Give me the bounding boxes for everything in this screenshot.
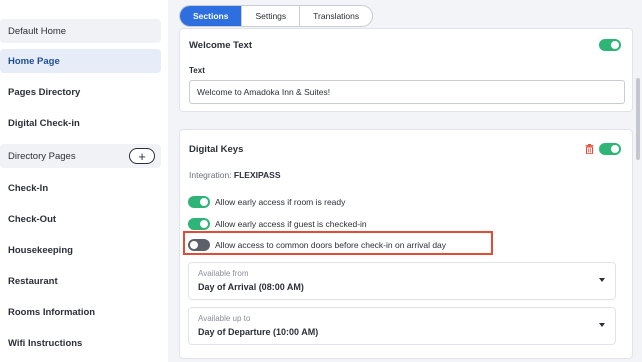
integration-info: Integration: FLEXIPASS: [189, 170, 281, 180]
select-label: Available up to: [198, 314, 251, 323]
option-common-doors: Allow access to common doors before chec…: [188, 238, 446, 252]
trash-icon[interactable]: [585, 144, 594, 154]
sidebar-item-directory-pages[interactable]: Directory Pages +: [0, 144, 161, 168]
sidebar-item-housekeeping[interactable]: Housekeeping: [0, 238, 161, 262]
sidebar-item-label: Check-Out: [8, 213, 57, 225]
early-access-checked-in-toggle[interactable]: [188, 218, 210, 230]
integration-value: FLEXIPASS: [233, 170, 281, 180]
sidebar-item-default-home[interactable]: Default Home: [0, 19, 161, 43]
sidebar-item-check-in[interactable]: Check-In: [0, 176, 161, 200]
tab-settings[interactable]: Settings: [242, 6, 301, 26]
sidebar-item-label: Rooms Information: [8, 306, 96, 318]
sidebar-item-label: Digital Check-in: [8, 117, 80, 129]
integration-label: Integration:: [189, 170, 232, 180]
option-label: Allow early access if room is ready: [215, 197, 346, 207]
main-panel: Sections Settings Translations Welcome T…: [168, 0, 642, 362]
sidebar-item-label: Check-In: [8, 182, 49, 194]
sidebar: Default Home Home Page Pages Directory D…: [0, 0, 168, 362]
tab-bar: Sections Settings Translations: [179, 5, 374, 27]
plus-icon: +: [138, 148, 146, 164]
sidebar-item-pages-directory[interactable]: Pages Directory: [0, 80, 161, 104]
select-value: Day of Departure (10:00 AM): [198, 327, 319, 337]
option-early-access-room-ready: Allow early access if room is ready: [188, 195, 345, 209]
digital-keys-toggle[interactable]: [599, 143, 621, 155]
welcome-text-toggle[interactable]: [599, 39, 621, 51]
sidebar-item-rooms-information[interactable]: Rooms Information: [0, 300, 161, 324]
available-to-select[interactable]: Available up to Day of Departure (10:00 …: [188, 307, 616, 345]
welcome-text-card: Welcome Text Text Welcome to Amadoka Inn…: [179, 28, 633, 112]
select-value: Day of Arrival (08:00 AM): [198, 282, 304, 292]
sidebar-item-label: Directory Pages: [8, 150, 76, 162]
sidebar-item-check-out[interactable]: Check-Out: [0, 207, 161, 231]
add-directory-page-button[interactable]: +: [129, 148, 155, 164]
card-title: Digital Keys: [189, 144, 244, 155]
sidebar-item-wifi-instructions[interactable]: Wifi Instructions: [0, 331, 161, 355]
text-field-label: Text: [189, 66, 205, 75]
sidebar-item-restaurant[interactable]: Restaurant: [0, 269, 161, 293]
sidebar-item-label: Pages Directory: [8, 86, 81, 98]
common-doors-toggle[interactable]: [188, 239, 210, 251]
select-label: Available from: [198, 269, 249, 278]
sidebar-item-digital-check-in[interactable]: Digital Check-in: [0, 111, 161, 135]
early-access-room-ready-toggle[interactable]: [188, 196, 210, 208]
sidebar-item-label: Wifi Instructions: [8, 337, 83, 349]
chevron-down-icon: [599, 278, 605, 282]
sidebar-item-label: Housekeeping: [8, 244, 73, 256]
option-early-access-checked-in: Allow early access if guest is checked-i…: [188, 217, 367, 231]
sidebar-item-label: Home Page: [8, 55, 60, 67]
sidebar-item-home-page[interactable]: Home Page: [0, 49, 161, 73]
tab-translations[interactable]: Translations: [300, 6, 372, 26]
chevron-down-icon: [599, 323, 605, 327]
welcome-text-input[interactable]: Welcome to Amadoka Inn & Suites!: [189, 80, 625, 104]
welcome-text-value: Welcome to Amadoka Inn & Suites!: [197, 87, 331, 97]
digital-keys-card: Digital Keys Integration: FLEXIPASS Allo…: [179, 129, 633, 359]
sidebar-item-label: Default Home: [8, 25, 67, 37]
tab-sections[interactable]: Sections: [180, 6, 243, 26]
option-label: Allow early access if guest is checked-i…: [215, 219, 367, 229]
option-label: Allow access to common doors before chec…: [215, 240, 447, 250]
scrollbar[interactable]: [636, 78, 640, 160]
available-from-select[interactable]: Available from Day of Arrival (08:00 AM): [188, 262, 616, 300]
card-title: Welcome Text: [189, 40, 253, 51]
sidebar-item-label: Restaurant: [8, 275, 58, 287]
